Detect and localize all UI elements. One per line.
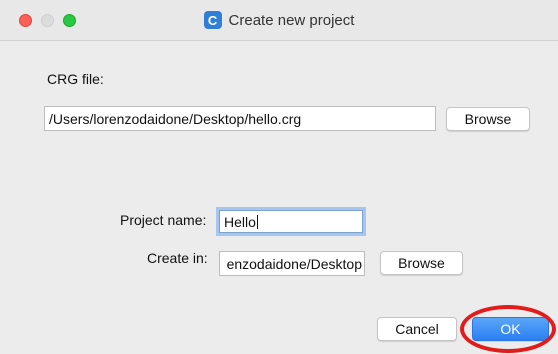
create-in-browse-button[interactable]: Browse [380,251,463,275]
text-caret [256,214,258,229]
project-name-label: Project name: [120,212,207,228]
window-title: Create new project [228,11,355,29]
crg-file-path-value: /Users/lorenzodaidone/Desktop/hello.crg [49,110,302,127]
ok-button[interactable]: OK [472,317,549,341]
project-name-input[interactable]: Hello [219,210,363,233]
cancel-button[interactable]: Cancel [377,317,457,341]
title-bar: C Create new project [0,0,558,41]
crg-browse-button[interactable]: Browse [446,107,530,131]
crg-file-path-input[interactable]: /Users/lorenzodaidone/Desktop/hello.crg [44,106,436,131]
cancel-label: Cancel [395,321,439,337]
create-project-dialog: C Create new project CRG file: /Users/lo… [0,0,558,354]
ok-label: OK [500,321,521,337]
create-in-path-value: enzodaidone/Desktop [226,255,362,272]
create-in-path-input[interactable]: enzodaidone/Desktop [219,251,365,276]
app-icon: C [203,11,222,29]
crg-browse-label: Browse [464,111,512,127]
window-title-group: C Create new project [0,0,558,40]
crg-file-label: CRG file: [47,71,104,87]
create-in-label: Create in: [147,250,208,266]
create-in-browse-label: Browse [398,255,445,271]
project-name-value: Hello [224,213,256,230]
